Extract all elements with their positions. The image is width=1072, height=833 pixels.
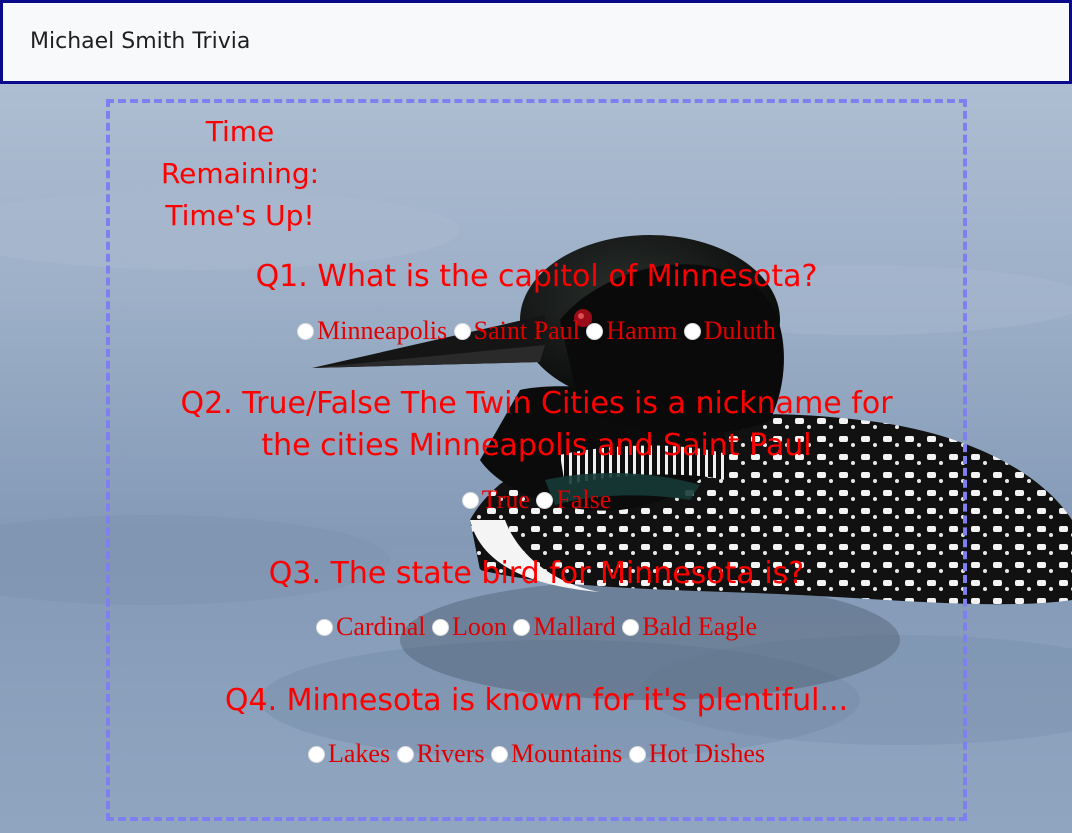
answer-option[interactable]: Mallard [513,610,616,644]
quiz-container: Time Remaining: Time's Up! Q1. What is t… [106,99,967,821]
answer-option[interactable]: False [536,483,611,517]
answer-option[interactable]: True [461,483,530,517]
answer-option[interactable]: Bald Eagle [622,610,757,644]
answer-option[interactable]: Rivers [396,737,484,771]
question-2-options: True False [110,483,963,517]
timer-label-line1: Time [205,115,275,148]
question-3: Q3. The state bird for Minnesota is? [268,556,805,591]
radio-button-icon[interactable] [396,746,414,763]
radio-button-icon[interactable] [622,619,640,636]
question-2-line2: the cities Minneapolis and Saint Paul [261,428,812,463]
top-navbar: Michael Smith Trivia [0,0,1072,84]
question-1: Q1. What is the capitol of Minnesota? [255,259,818,294]
answer-option[interactable]: Loon [432,610,507,644]
answer-option[interactable]: Hot Dishes [628,737,765,771]
answer-option[interactable]: Saint Paul [453,314,580,348]
radio-button-icon[interactable] [513,619,531,636]
radio-button-icon[interactable] [297,323,315,340]
answer-option[interactable]: Minneapolis [297,314,447,348]
radio-button-icon[interactable] [683,323,701,340]
radio-button-icon[interactable] [308,746,325,763]
radio-button-icon[interactable] [586,323,604,340]
question-3-options: Cardinal Loon Mallard Bald Eagle [110,610,963,644]
question-4: Q4. Minnesota is known for it's plentifu… [224,683,849,718]
answer-option[interactable]: Lakes [308,737,390,771]
timer-label-line2: Remaining: [160,157,320,190]
navbar-brand[interactable]: Michael Smith Trivia [30,29,250,54]
radio-button-icon[interactable] [628,746,646,763]
answer-option[interactable]: Mountains [490,737,622,771]
answer-option[interactable]: Hamm [586,314,677,348]
question-1-options: Minneapolis Saint Paul Hamm Duluth [110,314,963,348]
question-2: Q2. True/False The Twin Cities is a nick… [110,383,963,467]
time-remaining: Time Remaining: Time's Up! [140,111,340,237]
radio-button-icon[interactable] [536,492,554,509]
timer-value: Time's Up! [165,199,315,232]
radio-button-icon[interactable] [432,619,450,636]
answer-option[interactable]: Duluth [683,314,776,348]
question-2-line1: Q2. True/False The Twin Cities is a nick… [180,386,893,421]
radio-button-icon[interactable] [461,492,479,509]
radio-button-icon[interactable] [453,323,471,340]
answer-option[interactable]: Cardinal [315,610,426,644]
question-4-options: Lakes Rivers Mountains Hot Dishes [110,737,963,771]
radio-button-icon[interactable] [490,746,508,763]
radio-button-icon[interactable] [315,619,333,636]
